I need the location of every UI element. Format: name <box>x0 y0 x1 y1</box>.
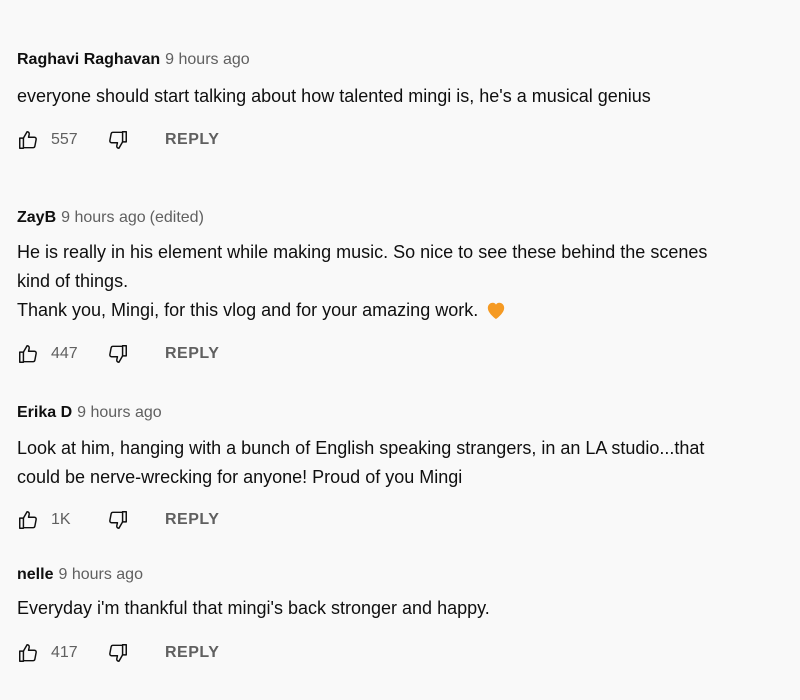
comment-author[interactable]: Erika D <box>17 404 72 421</box>
comment-header: nelle 9 hours ago <box>17 565 143 585</box>
comment-text-line: everyone should start talking about how … <box>17 86 651 106</box>
thumbs-down-icon[interactable] <box>107 129 129 151</box>
like-count: 1K <box>51 511 71 528</box>
comment-text-line: Thank you, Mingi, for this vlog and for … <box>17 300 479 320</box>
reply-button[interactable]: REPLY <box>165 511 219 529</box>
like-count: 557 <box>51 131 78 148</box>
thumbs-up-icon[interactable] <box>17 642 39 664</box>
reply-button[interactable]: REPLY <box>165 644 219 662</box>
comment-text-line-with-emoji: Thank you, Mingi, for this vlog and for … <box>17 296 707 329</box>
thumbs-down-icon[interactable] <box>107 642 129 664</box>
comment-text-line: He is really in his element while making… <box>17 242 708 262</box>
comment-header: Erika D 9 hours ago <box>17 403 162 423</box>
comment-actions: 417 REPLY <box>17 641 219 665</box>
comment-actions: 447 REPLY <box>17 342 219 366</box>
reply-button[interactable]: REPLY <box>165 131 219 149</box>
thumbs-up-icon[interactable] <box>17 129 39 151</box>
comment-timestamp[interactable]: 9 hours ago <box>61 209 146 226</box>
comment-actions: 1K REPLY <box>17 508 219 532</box>
comment-header: Raghavi Raghavan 9 hours ago <box>17 50 250 70</box>
comment-text-line: Look at him, hanging with a bunch of Eng… <box>17 438 705 458</box>
comment-author[interactable]: nelle <box>17 566 53 583</box>
edited-label: (edited) <box>149 209 204 226</box>
comment-timestamp[interactable]: 9 hours ago <box>165 51 250 68</box>
thumbs-down-icon[interactable] <box>107 509 129 531</box>
reply-button[interactable]: REPLY <box>165 345 219 363</box>
thumbs-up-icon[interactable] <box>17 509 39 531</box>
comment-text: Everyday i'm thankful that mingi's back … <box>17 594 490 623</box>
comment-actions: 557 REPLY <box>17 128 219 152</box>
comment-header: ZayB 9 hours ago (edited) <box>17 208 204 228</box>
comment-text: everyone should start talking about how … <box>17 82 651 111</box>
comment-text: Look at him, hanging with a bunch of Eng… <box>17 434 704 492</box>
comment-author[interactable]: ZayB <box>17 209 56 226</box>
comment-timestamp[interactable]: 9 hours ago <box>77 404 162 421</box>
thumbs-up-icon[interactable] <box>17 343 39 365</box>
comment-timestamp[interactable]: 9 hours ago <box>58 566 143 583</box>
comment-text-line: Everyday i'm thankful that mingi's back … <box>17 598 490 618</box>
orange-heart-icon <box>485 300 507 329</box>
comment-author[interactable]: Raghavi Raghavan <box>17 51 160 68</box>
thumbs-down-icon[interactable] <box>107 343 129 365</box>
like-count: 417 <box>51 644 78 661</box>
comment-text-line: kind of things. <box>17 271 129 291</box>
comment-text: He is really in his element while making… <box>17 238 707 329</box>
comment-text-line: could be nerve-wrecking for anyone! Prou… <box>17 467 463 487</box>
like-count: 447 <box>51 345 78 362</box>
